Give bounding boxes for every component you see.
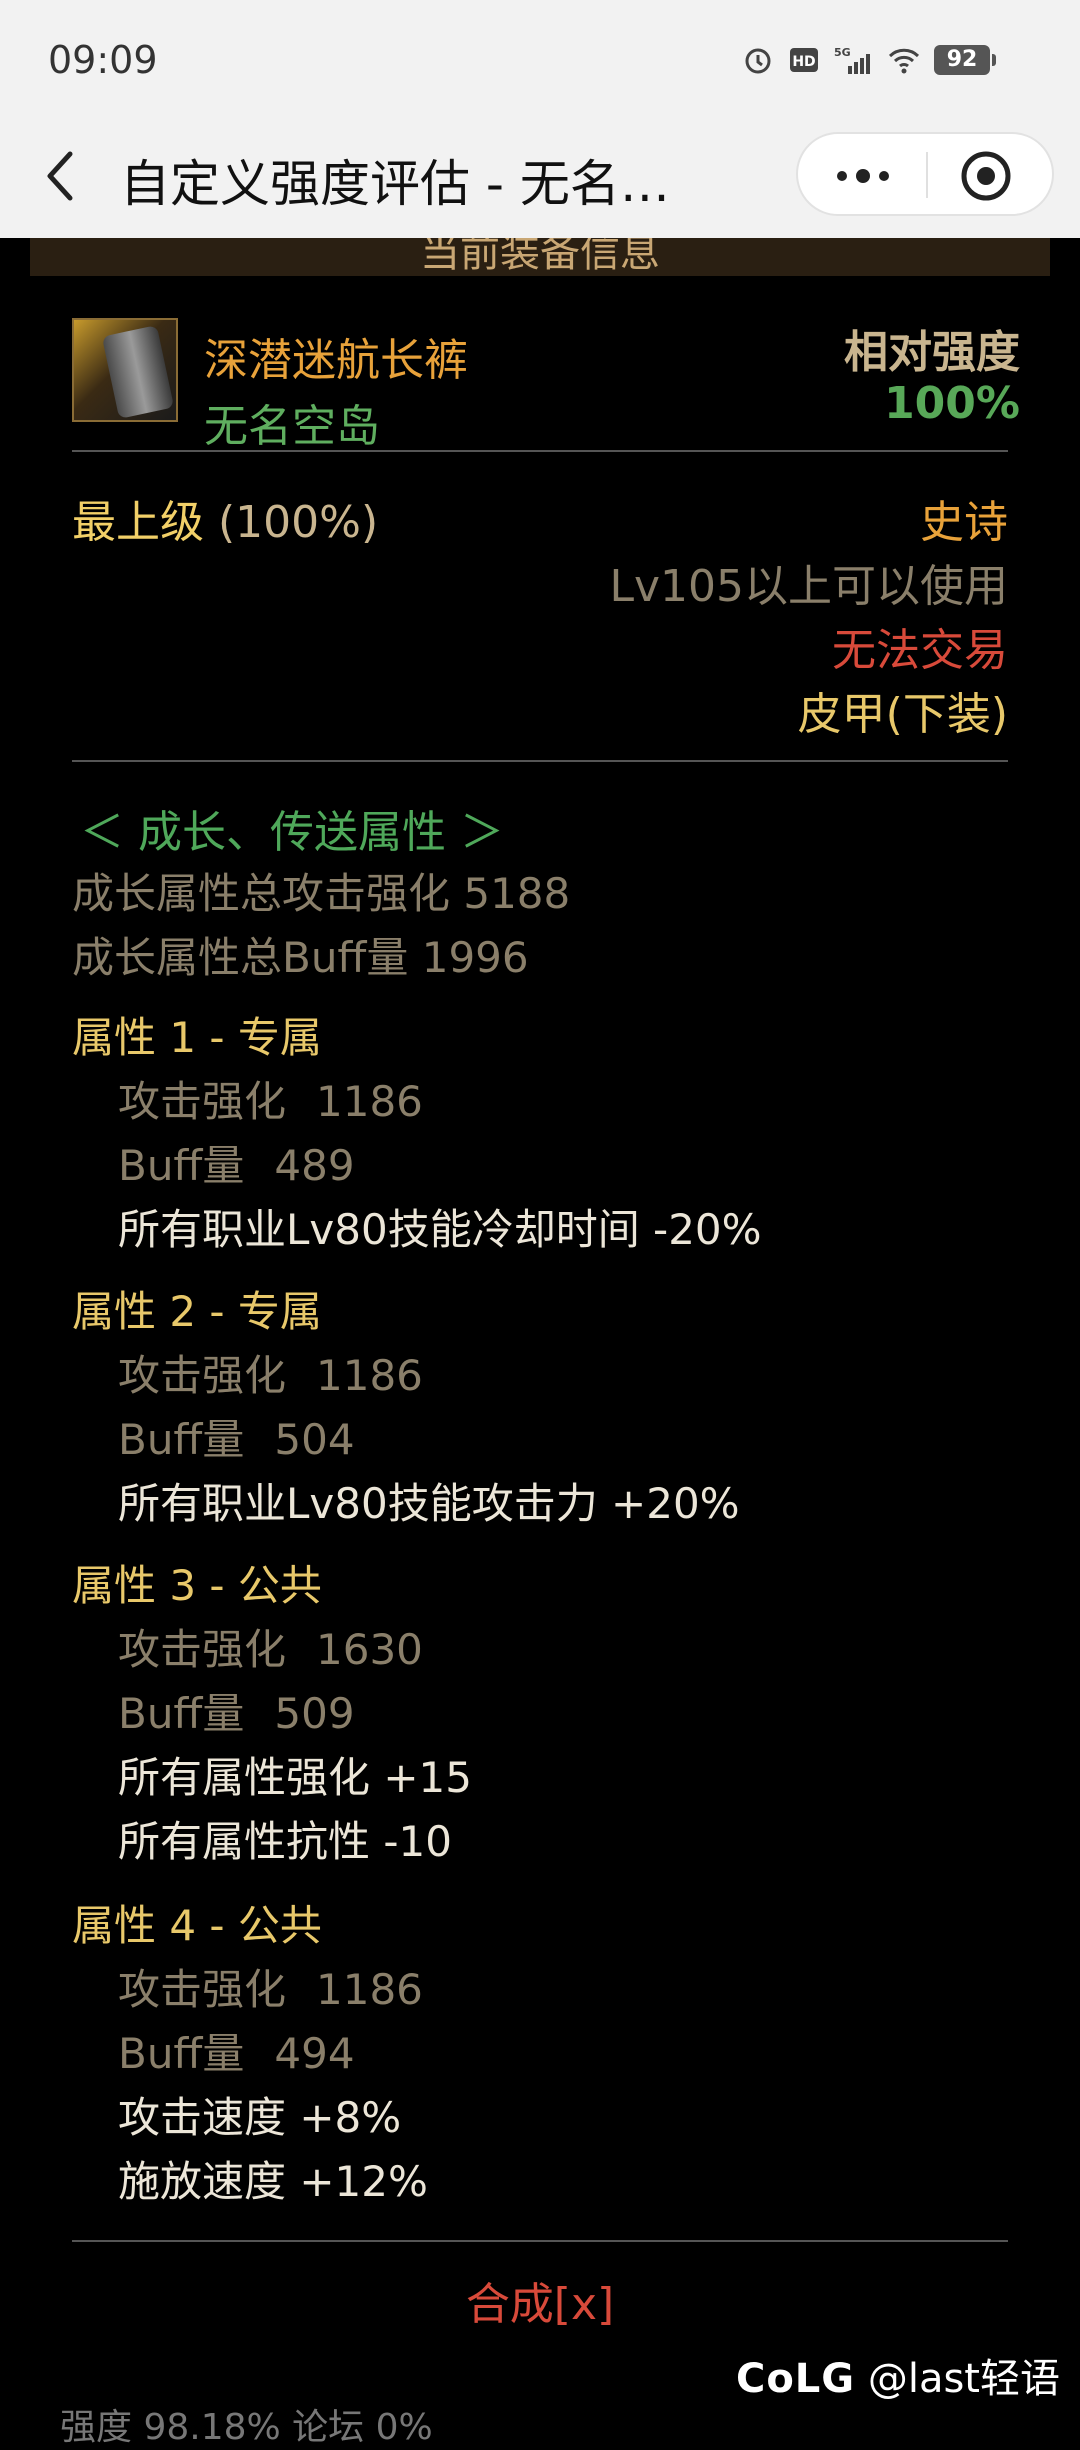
attr-1-buff: Buff量 489 [118,1132,355,1193]
item-set-name: 无名空岛 [204,401,380,452]
equipment-slot: 皮甲(下装) [797,689,1008,740]
buff-value: 504 [274,1415,355,1464]
grade-label: 最上级 [72,497,204,548]
attr-1-header: 属性 1 - 专属 [72,1013,322,1062]
battery-icon: 92 [934,45,996,75]
grade-percent: (100%) [218,497,379,548]
colg-watermark: CoLG @last轻语 [736,2346,1060,2404]
rarity: 史诗 [920,497,1008,548]
divider [72,2240,1008,2242]
attr-3-header: 属性 3 - 公共 [72,1561,322,1610]
attr-2-header: 属性 2 - 专属 [72,1287,322,1336]
svg-text:5G: 5G [834,46,851,59]
svg-text:HD: HD [792,54,815,70]
partial-bottom-text: 强度 98.18% 论坛 0% [60,2407,433,2448]
attr-4-header: 属性 4 - 公共 [72,1901,322,1950]
section-header: 当前装备信息 [30,238,1050,276]
attr-2-attack: 攻击强化 1186 [118,1342,423,1403]
alarm-icon [745,48,771,74]
attr-4-effect: 攻击速度 +8% [118,2093,402,2142]
attack-label: 攻击强化 [118,1077,287,1126]
buff-value: 489 [274,1141,355,1190]
buff-label: Buff量 [118,1141,245,1190]
item-grade: 最上级 (100%) [72,486,378,550]
growth-total-buff: 成长属性总Buff量 1996 [72,933,529,982]
attack-label: 攻击强化 [118,1625,287,1674]
item-name: 深潜迷航长裤 [204,335,468,386]
section-header-text: 当前装备信息 [420,238,660,276]
attr-3-attack: 攻击强化 1630 [118,1616,423,1677]
buff-label: Buff量 [118,1689,245,1738]
attr-1-attack: 攻击强化 1186 [118,1068,423,1129]
wifi-icon [888,48,920,74]
attr-3-effect: 所有属性抗性 -10 [118,1817,452,1866]
attack-value: 1186 [316,1965,423,2014]
status-icons: HD 5G 92 [742,44,996,76]
attr-3-buff: Buff量 509 [118,1680,355,1741]
relative-strength-label: 相对强度 [844,327,1020,378]
title-bar: 自定义强度评估 - 无名… [0,120,1080,238]
attack-label: 攻击强化 [118,1351,287,1400]
item-thumbnail [72,318,178,422]
attack-value: 1186 [316,1077,423,1126]
status-bar: 09:09 HD 5G 92 [0,0,1080,120]
attr-4-buff: Buff量 494 [118,2020,355,2081]
capsule-divider [926,152,928,198]
hd-icon: HD [790,48,818,72]
signal-5g-icon: 5G [834,46,870,74]
buff-value: 509 [274,1689,355,1738]
attr-4-effect: 施放速度 +12% [118,2157,428,2206]
attr-2-effect: 所有职业Lv80技能攻击力 +20% [118,1479,740,1528]
buff-value: 494 [274,2029,355,2078]
growth-total-attack: 成长属性总攻击强化 5188 [72,869,571,918]
close-target-icon[interactable] [958,148,1014,204]
watermark-handle: @last轻语 [867,2356,1060,2402]
back-arrow-icon[interactable] [40,146,80,206]
trade-status: 无法交易 [832,625,1008,676]
attr-1-effect: 所有职业Lv80技能冷却时间 -20% [118,1205,762,1254]
attr-3-effect: 所有属性强化 +15 [118,1753,472,1802]
attr-2-buff: Buff量 504 [118,1406,355,1467]
equipment-detail: 当前装备信息 深潜迷航长裤 无名空岛 相对强度 100% 最上级 (100%) … [0,238,1080,2448]
divider [72,450,1008,452]
synthesis-link[interactable]: 合成[x] [0,2268,1080,2332]
status-time: 09:09 [48,38,158,82]
pants-icon [101,325,175,419]
attack-label: 攻击强化 [118,1965,287,2014]
page-title: 自定义强度评估 - 无名… [120,155,670,213]
relative-strength-value: 100% [884,378,1020,429]
buff-label: Buff量 [118,1415,245,1464]
divider [72,760,1008,762]
buff-label: Buff量 [118,2029,245,2078]
level-requirement: Lv105以上可以使用 [609,561,1008,612]
attr-4-attack: 攻击强化 1186 [118,1956,423,2017]
colg-logo: CoLG [735,2356,856,2402]
more-icon[interactable] [828,156,898,196]
attack-value: 1186 [316,1351,423,1400]
mini-program-capsule [796,132,1054,216]
growth-section-title: ＜ 成长、传送属性 ＞ [80,807,504,858]
attack-value: 1630 [316,1625,423,1674]
